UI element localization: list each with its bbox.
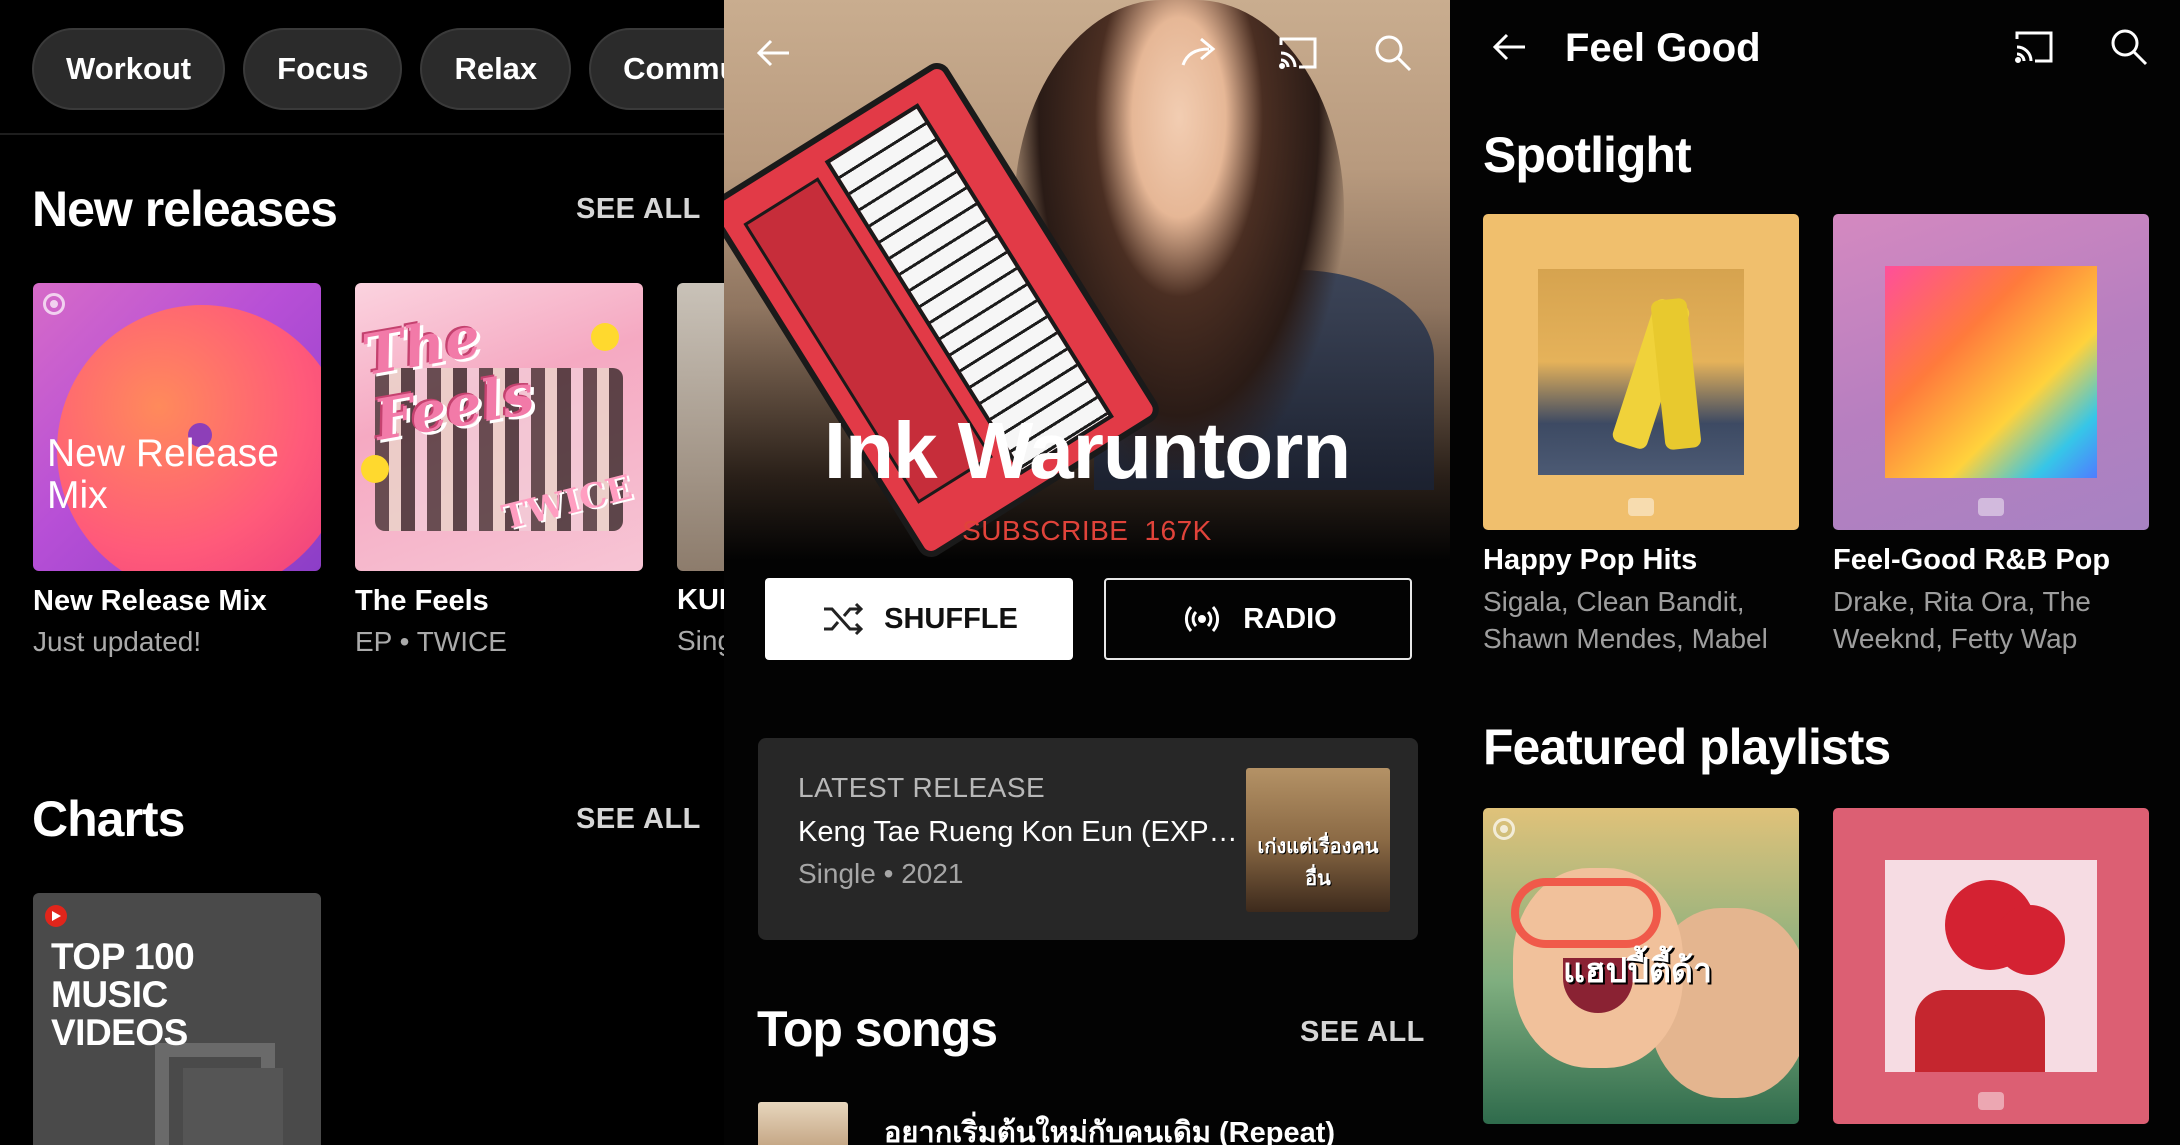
card-kue-sin[interactable]: KUE SIN Sing (677, 283, 724, 657)
card-subtitle: Sigala, Clean Bandit, Shawn Mendes, Mabe… (1483, 586, 1768, 654)
card-featured-playlist-2[interactable] (1833, 808, 2149, 1124)
happy-pop-hits-art (1483, 214, 1799, 530)
latest-release-subtitle: Single • 2021 (798, 858, 964, 889)
chip-commute[interactable]: Commute (589, 28, 724, 110)
inner-photo (1538, 269, 1744, 475)
subscriber-count: 167K (1144, 515, 1212, 546)
youtube-music-icon (43, 293, 65, 315)
flower-glasses (1511, 878, 1661, 948)
chip-workout[interactable]: Workout (32, 28, 226, 110)
card-the-feels[interactable]: The Feels TWICE The Feels EP • TWICE (355, 283, 643, 658)
card-title: New Release Mix (33, 585, 267, 617)
youtube-watermark-icon (1628, 498, 1654, 516)
card-title: Happy Pop Hits (1483, 544, 1698, 576)
card-happy-pop-hits[interactable]: Happy Pop Hits Sigala, Clean Bandit, Sha… (1483, 214, 1799, 657)
featured-playlist-art (1833, 808, 2149, 1124)
new-releases-see-all[interactable]: SEE ALL (576, 193, 701, 226)
artist-panel: Ink Waruntorn SUBSCRIBE 167K SHUFFLE RADI… (724, 0, 1450, 1145)
leg-shape (1650, 297, 1702, 451)
song-thumbnail (758, 1102, 848, 1145)
youtube-music-icon (45, 905, 67, 927)
card-title: Feel-Good R&B Pop (1833, 544, 2111, 576)
inner-photo (1885, 860, 2097, 1072)
page-title: Feel Good (1565, 26, 1761, 70)
new-release-mix-art: New Release Mix (33, 283, 321, 571)
song-row[interactable]: อยากเริ่มต้นใหม่กับคนเดิม (Repeat) (758, 1102, 1418, 1145)
latest-release-title: Keng Tae Rueng Kon Eun (EXPER... (798, 816, 1238, 848)
smiley-icon (361, 455, 389, 483)
cast-icon[interactable] (1274, 30, 1320, 76)
youtube-music-icon (1493, 818, 1515, 840)
back-arrow-icon[interactable] (1486, 24, 1532, 70)
art-text: TOP 100 MUSIC VIDEOS (51, 936, 195, 1053)
latest-release-card[interactable]: LATEST RELEASE Keng Tae Rueng Kon Eun (E… (758, 738, 1418, 940)
card-subtitle: Just updated! (33, 626, 202, 657)
kue-sin-art (677, 283, 724, 571)
card-title: The Feels (355, 585, 489, 617)
top-songs-see-all[interactable]: SEE ALL (1300, 1016, 1425, 1049)
card-title: KUE SIN (677, 584, 724, 616)
back-arrow-icon[interactable] (750, 30, 796, 76)
card-subtitle: EP • TWICE (355, 626, 507, 657)
explore-panel: Workout Focus Relax Commute New releases… (0, 0, 724, 1145)
card-top-100-music-videos[interactable]: TOP 100 MUSIC VIDEOS (33, 893, 321, 1145)
divider (0, 133, 724, 135)
artist-name: Ink Waruntorn (823, 406, 1351, 495)
mood-chips: Workout Focus Relax Commute (32, 28, 724, 110)
subscribe-button[interactable]: SUBSCRIBE 167K (724, 515, 1450, 547)
latest-release-art-text: เก่งแต่เรื่องคนอื่น (1257, 836, 1379, 890)
share-icon[interactable] (1176, 30, 1222, 76)
top-100-art: TOP 100 MUSIC VIDEOS (33, 893, 321, 1145)
card-featured-playlist-1[interactable]: แฮปปี้ตี้ด้า (1483, 808, 1799, 1124)
shuffle-icon (824, 602, 864, 636)
chip-focus[interactable]: Focus (243, 28, 403, 110)
the-feels-art: The Feels TWICE (355, 283, 643, 571)
shuffle-label: SHUFFLE (884, 602, 1018, 635)
latest-release-label: LATEST RELEASE (798, 772, 1046, 803)
radio-label: RADIO (1243, 602, 1337, 635)
red-suit (1915, 990, 2045, 1072)
search-icon[interactable] (2106, 24, 2152, 70)
feel-good-panel: Feel Good Spotlight Happy Pop Hits Sigal… (1450, 0, 2180, 1145)
cast-icon[interactable] (2010, 24, 2056, 70)
heart-balloon (1995, 905, 2065, 975)
top-songs-title: Top songs (757, 1001, 998, 1057)
feel-good-rnb-pop-art (1833, 214, 2149, 530)
smiley-icon (591, 323, 619, 351)
chip-relax[interactable]: Relax (420, 28, 572, 110)
card-new-release-mix[interactable]: New Release Mix New Release Mix Just upd… (33, 283, 321, 658)
art-text: New Release Mix (47, 432, 279, 517)
card-subtitle: Drake, Rita Ora, The Weeknd, Fetty Wap (1833, 586, 2091, 654)
radio-button[interactable]: RADIO (1104, 578, 1412, 660)
featured-playlist-art: แฮปปี้ตี้ด้า (1483, 808, 1799, 1124)
new-releases-title: New releases (32, 181, 338, 237)
latest-release-art: เก่งแต่เรื่องคนอื่น (1246, 768, 1390, 912)
gradient-square (1885, 266, 2097, 478)
decorative-square (183, 1068, 283, 1145)
charts-title: Charts (32, 791, 185, 847)
featured-playlists-title: Featured playlists (1483, 719, 1891, 775)
radio-icon (1185, 606, 1220, 632)
search-icon[interactable] (1370, 30, 1416, 76)
song-title: อยากเริ่มต้นใหม่กับคนเดิม (Repeat) (884, 1117, 1336, 1145)
charts-see-all[interactable]: SEE ALL (576, 803, 701, 836)
youtube-watermark-icon (1978, 498, 2004, 516)
spotlight-title: Spotlight (1483, 127, 1692, 183)
art-text: แฮปปี้ตี้ด้า (1563, 952, 1713, 990)
subscribe-label: SUBSCRIBE (962, 515, 1129, 546)
shuffle-button[interactable]: SHUFFLE (765, 578, 1073, 660)
youtube-watermark-icon (1978, 1092, 2004, 1110)
card-feel-good-rnb-pop[interactable]: Feel-Good R&B Pop Drake, Rita Ora, The W… (1833, 214, 2149, 657)
card-subtitle: Sing (677, 625, 724, 656)
